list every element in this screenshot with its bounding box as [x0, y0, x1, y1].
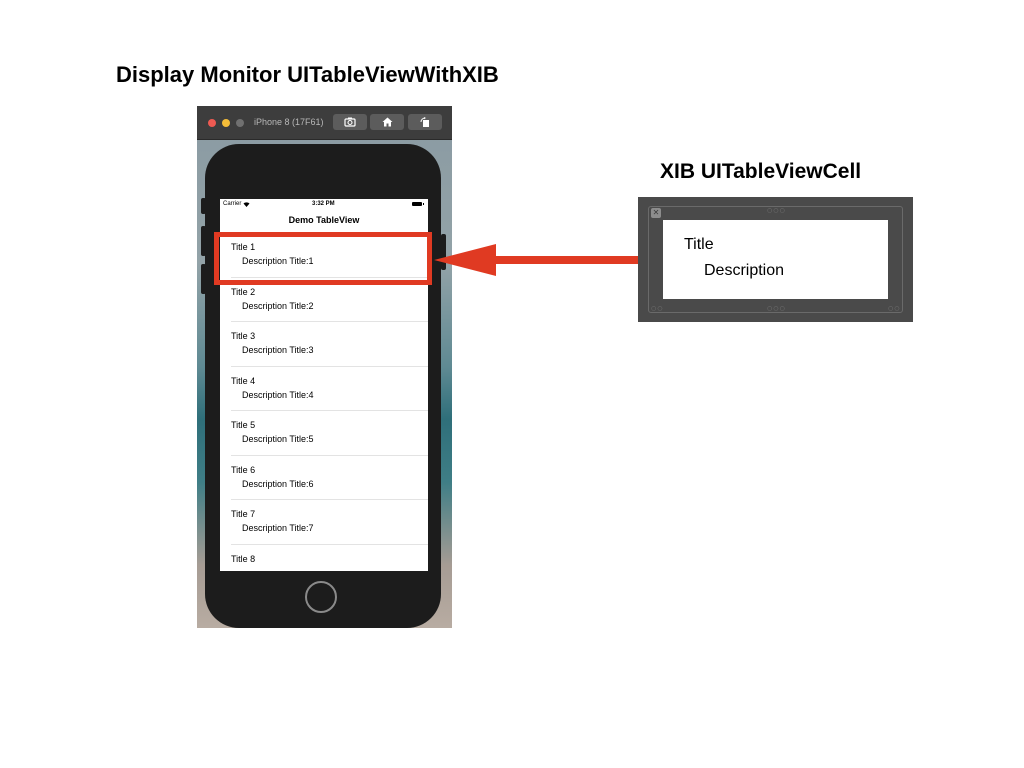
nav-title: Demo TableView [288, 215, 360, 225]
row-description: Description Title:3 [242, 345, 314, 355]
simulator-title: iPhone 8 (17F61) [254, 117, 324, 127]
mute-switch [201, 198, 206, 214]
home-icon [382, 117, 392, 127]
home-button[interactable] [305, 581, 337, 613]
resize-handle-icon[interactable]: ○○ [651, 305, 663, 312]
row-title: Title 7 [231, 509, 256, 519]
close-icon[interactable]: ✕ [651, 208, 661, 218]
row-title: Title 8 [231, 553, 256, 564]
status-bar: Carrier 3:32 PM [220, 199, 428, 211]
simulator-toolbar: iPhone 8 (17F61) [197, 106, 452, 140]
screenshot-button[interactable] [333, 114, 367, 130]
minimize-window-button[interactable] [222, 119, 230, 127]
resize-handle-icon[interactable]: ○○○ [767, 305, 786, 312]
battery-icon [412, 202, 424, 206]
xib-description-label[interactable]: Description [704, 262, 784, 280]
xib-cell-content: Title Description [663, 220, 888, 299]
row-description: Description Title:4 [242, 389, 314, 400]
row-title: Title 5 [231, 420, 256, 430]
slide-title: Display Monitor UITableViewWithXIB [116, 62, 499, 87]
xib-title-label[interactable]: Title [684, 236, 714, 254]
carrier-label: Carrier [223, 201, 242, 207]
resize-handle-icon[interactable]: ○○ [888, 305, 900, 312]
row-title: Title 3 [231, 331, 256, 341]
rotate-button[interactable] [408, 114, 442, 130]
table-row[interactable]: Title 4 Description Title:4 [220, 367, 428, 411]
arrow-icon [434, 244, 638, 276]
row-description: Description Title:2 [242, 300, 314, 311]
table-row[interactable]: Title 7 Description Title:7 [220, 500, 428, 545]
home-toolbar-button[interactable] [370, 114, 404, 130]
row-title: Title 2 [231, 286, 256, 297]
screenshot-icon [344, 117, 356, 127]
row-description: Description Title:7 [242, 523, 314, 533]
xib-heading: XIB UITableViewCell [660, 160, 862, 183]
table-row[interactable]: Title 6 Description Title:6 [220, 456, 428, 500]
table-row[interactable]: Title 5 Description Title:5 [220, 411, 428, 456]
resize-handle-icon[interactable]: ○○○ [767, 207, 786, 214]
table-row[interactable]: Title 8 [220, 545, 428, 572]
volume-up-button [201, 226, 206, 256]
row-description: Description Title:6 [242, 478, 314, 489]
close-window-button[interactable] [208, 119, 216, 127]
rotate-icon [420, 117, 429, 127]
table-row[interactable]: Title 3 Description Title:3 [220, 322, 428, 367]
status-time: 3:32 PM [312, 201, 335, 207]
xib-canvas: ✕ ○○○ ○○○ ○○ ○○ Title Description [638, 197, 913, 322]
volume-down-button [201, 264, 206, 294]
wifi-icon [243, 201, 250, 207]
row-title: Title 6 [231, 464, 256, 475]
row-title: Title 4 [231, 375, 256, 386]
row-description: Description Title:5 [242, 434, 314, 444]
highlight-box [214, 232, 432, 285]
carrier-indicator: Carrier [223, 201, 250, 207]
zoom-window-button[interactable] [236, 119, 244, 127]
